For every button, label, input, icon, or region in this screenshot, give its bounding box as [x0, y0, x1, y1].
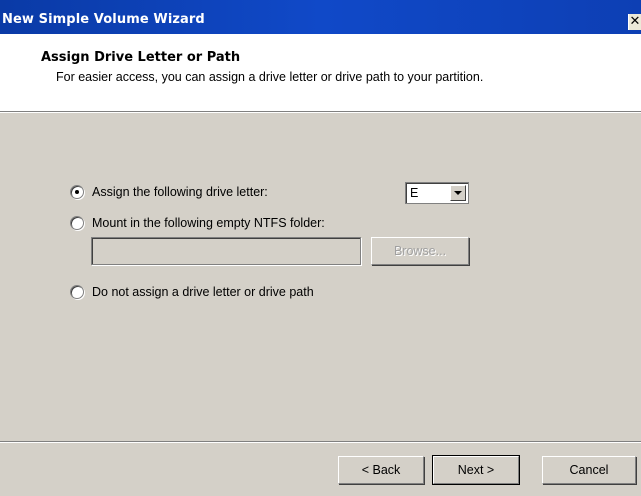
assign-letter-radio[interactable] [70, 185, 84, 199]
close-icon[interactable]: ✕ [628, 14, 641, 30]
title-bar: New Simple Volume Wizard ✕ [0, 0, 641, 34]
option-no-assign[interactable]: Do not assign a drive letter or drive pa… [70, 285, 314, 299]
mount-folder-label: Mount in the following empty NTFS folder… [92, 216, 325, 230]
no-assign-label: Do not assign a drive letter or drive pa… [92, 285, 314, 299]
footer-divider-highlight [0, 442, 641, 443]
chevron-down-icon[interactable] [450, 185, 466, 201]
no-assign-radio[interactable] [70, 285, 84, 299]
back-button[interactable]: < Back [338, 456, 424, 484]
drive-letter-value: E [410, 186, 419, 200]
page-subtitle: For easier access, you can assign a driv… [56, 70, 484, 84]
option-assign-letter[interactable]: Assign the following drive letter: [70, 185, 268, 199]
mount-folder-radio[interactable] [70, 216, 84, 230]
wizard-header: Assign Drive Letter or Path For easier a… [0, 34, 641, 113]
wizard-window: New Simple Volume Wizard ✕ Assign Drive … [0, 0, 641, 496]
assign-letter-label: Assign the following drive letter: [92, 185, 268, 199]
option-mount-folder[interactable]: Mount in the following empty NTFS folder… [70, 216, 325, 230]
next-button[interactable]: Next > [432, 455, 520, 485]
drive-letter-select[interactable]: E [405, 182, 469, 204]
cancel-button[interactable]: Cancel [542, 456, 636, 484]
window-title: New Simple Volume Wizard [2, 12, 205, 27]
page-title: Assign Drive Letter or Path [41, 50, 241, 65]
browse-button[interactable]: Browse... [371, 237, 469, 265]
folder-path-input[interactable] [91, 237, 361, 265]
